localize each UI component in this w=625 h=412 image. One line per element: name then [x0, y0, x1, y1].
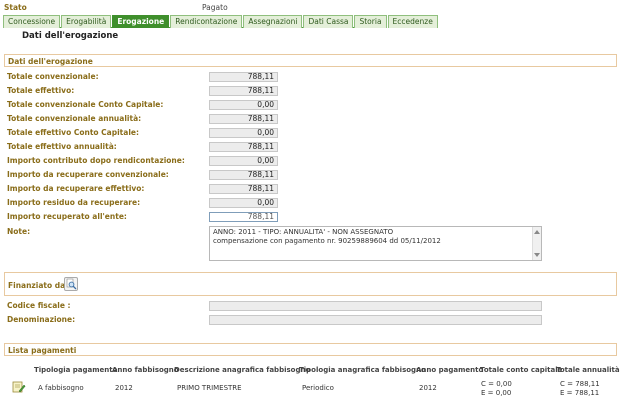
label-importo-recuperare-conv: Importo da recuperare convenzionale:: [7, 170, 169, 179]
value-importo-residuo: 0,00: [209, 198, 278, 208]
cell-anno-pagamento: 2012: [419, 384, 437, 392]
label-importo-contributo: Importo contributo dopo rendicontazione:: [7, 156, 185, 165]
cell-descrizione: PRIMO TRIMESTRE: [177, 384, 242, 392]
section-title: Lista pagamenti: [8, 346, 77, 355]
label-totale-conv-annualita: Totale convenzionale annualità:: [7, 114, 142, 123]
col-header-descrizione: Descrizione anagrafica fabbisogno: [174, 366, 311, 374]
tab-erogazione[interactable]: Erogazione: [112, 15, 170, 28]
value-importo-recuperare-eff: 788,11: [209, 184, 278, 194]
label-totale-convenzionale: Totale convenzionale:: [7, 72, 99, 81]
label-codice-fiscale: Codice fiscale :: [7, 301, 71, 310]
note-line: ANNO: 2011 - TIPO: ANNUALITA' - NON ASSE…: [213, 228, 394, 236]
tab-erogabilita[interactable]: Erogabilità: [61, 15, 112, 28]
search-button[interactable]: [64, 277, 78, 291]
note-scrollbar[interactable]: [532, 227, 541, 260]
label-importo-recuperato: Importo recuperato all'ente:: [7, 212, 127, 221]
scroll-up-icon[interactable]: [534, 230, 540, 234]
value-totale-eff-conto-capitale: 0,00: [209, 128, 278, 138]
tab-concessione[interactable]: Concessione: [3, 15, 61, 28]
value-importo-recuperare-conv: 788,11: [209, 170, 278, 180]
col-header-conto-capitale: Totale conto capitale: [480, 366, 563, 374]
cell-conto-capitale-e: E = 0,00: [481, 389, 512, 397]
label-totale-eff-conto-capitale: Totale effettivo Conto Capitale:: [7, 128, 139, 137]
section-header-erogazione: Dati dell'erogazione: [4, 54, 617, 67]
col-header-tipologia-anagrafica: Tipologia anagrafica fabbisogno: [299, 366, 426, 374]
magnifier-icon: [66, 278, 77, 290]
label-totale-effettivo: Totale effettivo:: [7, 86, 75, 95]
tab-rendicontazione[interactable]: Rendicontazione: [170, 15, 243, 28]
label-totale-conv-conto-capitale: Totale convenzionale Conto Capitale:: [7, 100, 164, 109]
section-header-finanziato: Finanziato da: [4, 272, 617, 296]
value-totale-conv-conto-capitale: 0,00: [209, 100, 278, 110]
section-title: Finanziato da: [8, 281, 66, 290]
col-header-annualita: Totale annualità: [556, 366, 620, 374]
value-totale-convenzionale: 788,11: [209, 72, 278, 82]
stato-value: Pagato: [202, 3, 228, 12]
tab-bar: Concessione Erogabilità Erogazione Rendi…: [3, 15, 438, 28]
cell-annualita-e: E = 788,11: [560, 389, 600, 397]
tab-dati-cassa[interactable]: Dati Cassa: [303, 15, 354, 28]
cell-tipologia-pagamento: A fabbisogno: [38, 384, 84, 392]
tab-storia[interactable]: Storia: [354, 15, 387, 28]
codice-fiscale-field: [209, 301, 542, 311]
importo-recuperato-input[interactable]: 788,11: [209, 212, 278, 222]
cell-conto-capitale-c: C = 0,00: [481, 380, 512, 388]
note-textarea[interactable]: ANNO: 2011 - TIPO: ANNUALITA' - NON ASSE…: [209, 226, 542, 261]
tab-eccedenze[interactable]: Eccedenze: [387, 15, 438, 28]
value-totale-eff-annualita: 788,11: [209, 142, 278, 152]
scroll-down-icon[interactable]: [534, 253, 540, 257]
value-importo-contributo: 0,00: [209, 156, 278, 166]
cell-annualita-c: C = 788,11: [560, 380, 600, 388]
cell-anno-fabbisogno: 2012: [115, 384, 133, 392]
label-totale-eff-annualita: Totale effettivo annualità:: [7, 142, 117, 151]
document-edit-icon[interactable]: [12, 380, 26, 393]
label-importo-residuo: Importo residuo da recuperare:: [7, 198, 141, 207]
col-header-anno-pagamento: Anno pagamento: [416, 366, 484, 374]
section-header-pagamenti: Lista pagamenti: [4, 343, 617, 356]
cell-tipologia-anagrafica: Periodico: [302, 384, 334, 392]
denominazione-field: [209, 315, 542, 325]
tab-assegnazioni[interactable]: Assegnazioni: [243, 15, 303, 28]
col-header-tipologia-pagamento: Tipologia pagamento: [34, 366, 118, 374]
note-line: compensazione con pagamento nr. 90259889…: [213, 237, 441, 245]
value-totale-effettivo: 788,11: [209, 86, 278, 96]
value-totale-conv-annualita: 788,11: [209, 114, 278, 124]
label-importo-recuperare-eff: Importo da recuperare effettivo:: [7, 184, 145, 193]
section-title: Dati dell'erogazione: [8, 57, 93, 66]
col-header-anno-fabbisogno: Anno fabbisogno: [112, 366, 179, 374]
label-note: Note:: [7, 227, 31, 236]
page-title: Dati dell'erogazione: [22, 31, 119, 41]
stato-label: Stato: [4, 3, 27, 12]
label-denominazione: Denominazione:: [7, 315, 76, 324]
